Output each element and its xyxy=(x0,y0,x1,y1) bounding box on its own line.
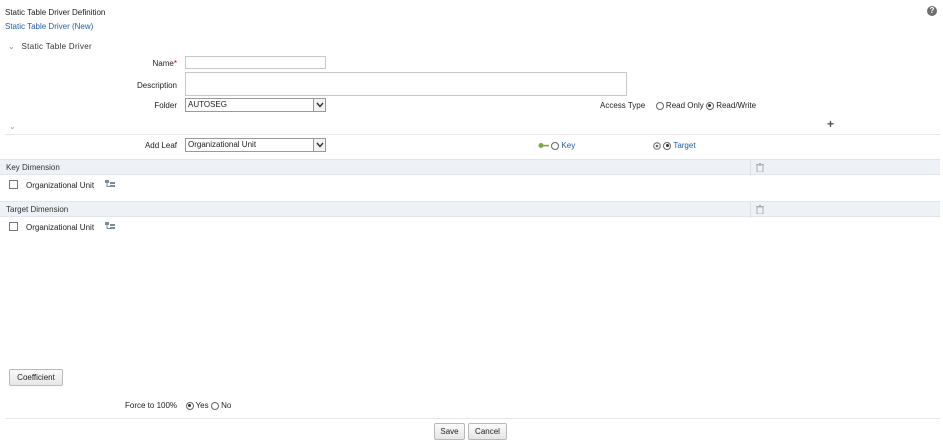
chevron-down-icon[interactable] xyxy=(313,139,325,151)
add-leaf-select-value: Organizational Unit xyxy=(188,140,257,149)
add-leaf-select[interactable]: Organizational Unit xyxy=(185,138,326,152)
key-dimension-title: Key Dimension xyxy=(6,163,60,172)
key-dimension-header: Key Dimension xyxy=(0,159,940,176)
breadcrumb: Static Table Driver (New) xyxy=(5,22,94,31)
section-header-static-table-driver[interactable]: ⌄ Static Table Driver xyxy=(8,42,92,51)
add-icon[interactable]: + xyxy=(827,117,834,131)
read-only-radio[interactable] xyxy=(655,101,664,110)
hierarchy-browser-icon[interactable] xyxy=(105,222,115,230)
target-radio[interactable] xyxy=(663,141,672,150)
coefficient-button[interactable]: Coefficient xyxy=(9,369,63,386)
trash-icon[interactable] xyxy=(756,163,764,172)
divider xyxy=(5,134,940,135)
chevron-down-icon: ⌄ xyxy=(8,42,16,51)
folder-label: Folder xyxy=(154,101,177,110)
read-write-radio[interactable] xyxy=(705,101,714,110)
section-title: Static Table Driver xyxy=(21,42,93,51)
chevron-down-icon[interactable]: ⌄ xyxy=(9,122,16,131)
target-option: Target xyxy=(653,141,696,150)
name-input[interactable] xyxy=(185,56,326,69)
access-type-label: Access Type xyxy=(600,101,646,110)
key-label[interactable]: Key xyxy=(561,141,575,150)
cancel-button[interactable]: Cancel xyxy=(468,423,507,440)
force-yes-label: Yes xyxy=(195,401,209,410)
trash-icon[interactable] xyxy=(756,205,764,214)
access-type-group: Access Type Read Only Read/Write xyxy=(600,101,756,110)
help-icon[interactable]: ? xyxy=(927,6,937,16)
target-dimension-header: Target Dimension xyxy=(0,201,940,218)
page-title: Static Table Driver Definition xyxy=(5,8,106,17)
folder-select-value: AUTOSEG xyxy=(188,100,227,109)
force-to-100-group: Force to 100% Yes No xyxy=(125,401,231,410)
force-no-radio[interactable] xyxy=(210,401,219,410)
key-radio[interactable] xyxy=(551,141,560,150)
target-dimension-item-label: Organizational Unit xyxy=(26,223,95,232)
read-only-label: Read Only xyxy=(665,101,704,110)
name-label: Name* xyxy=(152,59,177,68)
target-dimension-item-checkbox[interactable] xyxy=(9,222,18,231)
divider xyxy=(750,160,751,176)
force-label: Force to 100% xyxy=(125,401,178,410)
chevron-down-icon[interactable] xyxy=(313,99,325,111)
force-no-label: No xyxy=(221,401,232,410)
folder-select[interactable]: AUTOSEG xyxy=(185,98,326,112)
target-dimension-title: Target Dimension xyxy=(6,205,69,214)
save-button[interactable]: Save xyxy=(434,423,465,440)
description-input[interactable] xyxy=(185,72,627,96)
key-dimension-item-checkbox[interactable] xyxy=(9,180,18,189)
key-dimension-item-label: Organizational Unit xyxy=(26,181,95,190)
key-icon xyxy=(538,143,549,149)
read-write-label: Read/Write xyxy=(716,101,757,110)
force-yes-radio[interactable] xyxy=(185,401,194,410)
key-option: Key xyxy=(538,141,575,150)
description-label: Description xyxy=(136,81,177,90)
required-mark: * xyxy=(173,59,177,68)
hierarchy-browser-icon[interactable] xyxy=(105,180,115,188)
target-icon xyxy=(653,142,661,150)
add-leaf-label: Add Leaf xyxy=(144,141,177,150)
divider xyxy=(5,418,940,419)
divider xyxy=(750,202,751,218)
target-label[interactable]: Target xyxy=(673,141,695,150)
